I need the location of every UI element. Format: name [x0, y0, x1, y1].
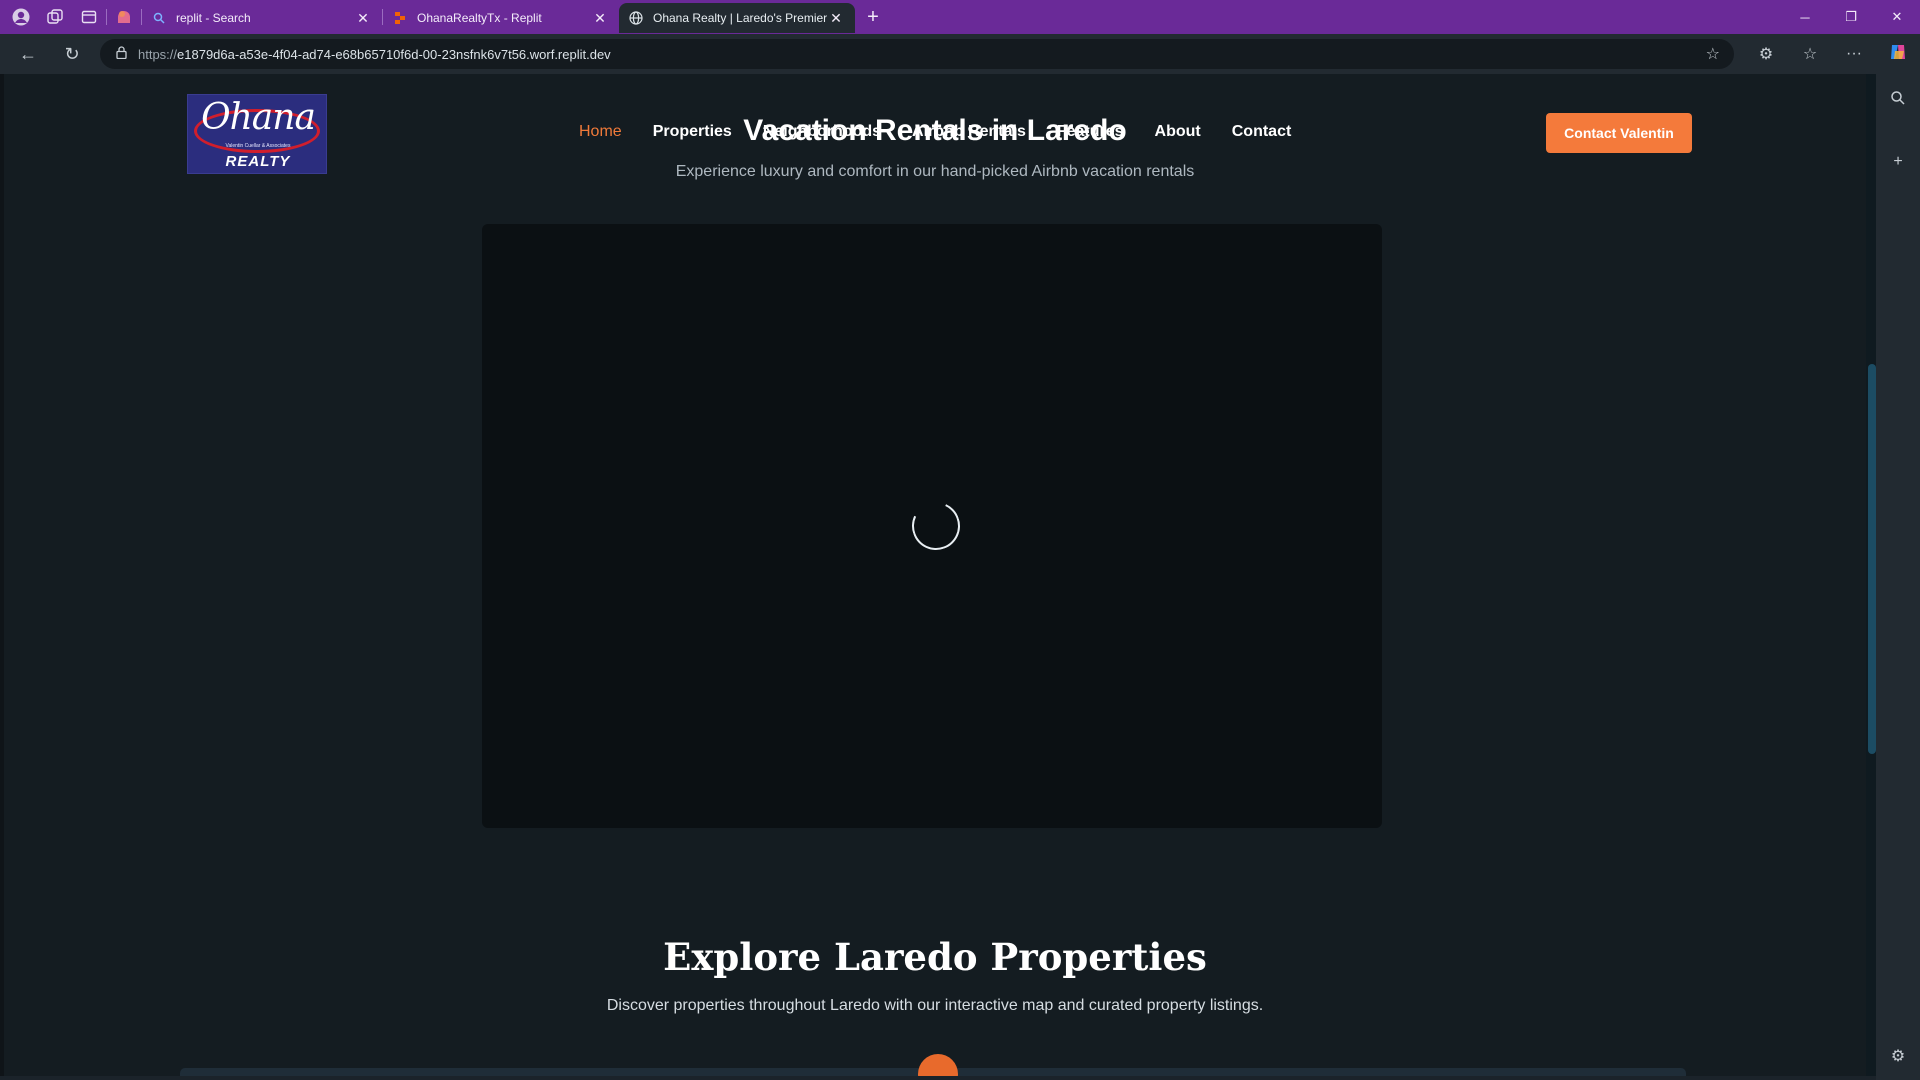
settings-icon[interactable]: ⚙: [1876, 1036, 1920, 1076]
close-icon[interactable]: ✕: [591, 10, 609, 27]
refresh-icon[interactable]: ↻: [50, 34, 94, 74]
add-icon[interactable]: +: [1876, 142, 1920, 182]
tab-replit-search[interactable]: replit - Search ✕: [142, 3, 382, 33]
address-bar[interactable]: https:// e1879d6a-a53e-4f04-ad74-e68b657…: [100, 39, 1734, 69]
tab-title: replit - Search: [176, 11, 251, 25]
close-icon[interactable]: ✕: [827, 10, 845, 27]
video-player[interactable]: [482, 224, 1382, 828]
favorites-icon[interactable]: ☆: [1788, 44, 1832, 64]
page-scrollbar[interactable]: [1866, 74, 1876, 1076]
close-window-icon[interactable]: ✕: [1874, 0, 1920, 34]
tab-ohana-realty[interactable]: Ohana Realty | Laredo's Premier R ✕: [619, 3, 855, 33]
tab-title: Ohana Realty | Laredo's Premier R: [653, 11, 827, 25]
lock-icon: [116, 46, 138, 62]
minimize-icon[interactable]: ─: [1782, 0, 1828, 34]
url-scheme: https://: [138, 46, 178, 62]
map-pin-icon[interactable]: [918, 1054, 958, 1076]
loading-spinner-icon: [905, 495, 967, 557]
contact-valentin-button[interactable]: Contact Valentin: [1546, 113, 1692, 153]
more-menu-icon[interactable]: ···: [1832, 45, 1876, 63]
hero-subtitle: Experience luxury and comfort in our han…: [675, 163, 1195, 180]
nav-airbnb-rentals[interactable]: Airbnb Rentals: [912, 123, 1026, 141]
nav-home[interactable]: Home: [579, 123, 622, 141]
page-viewport: Ohana Valentin Cuellar & Associates REAL…: [4, 74, 1876, 1076]
main-nav: Home Properties Neighborhoods Airbnb Ren…: [579, 123, 1322, 141]
tab-actions-icon[interactable]: [72, 0, 106, 34]
search-icon[interactable]: [1876, 78, 1920, 118]
explore-subtitle: Discover properties throughout Laredo wi…: [606, 997, 1264, 1014]
search-icon: [152, 11, 166, 25]
browser-tab-bar: replit - Search ✕ OhanaRealtyTx - Replit…: [0, 0, 1920, 34]
replit-icon: [393, 11, 407, 25]
close-icon[interactable]: ✕: [354, 10, 372, 27]
browser-side-panel: + ⚙: [1876, 74, 1920, 1080]
copilot-icon[interactable]: [1876, 42, 1920, 67]
new-tab-button[interactable]: +: [855, 6, 891, 29]
favorite-star-icon[interactable]: ☆: [1706, 44, 1720, 64]
nav-features[interactable]: Features: [1057, 123, 1124, 141]
extensions-icon[interactable]: ⚙: [1744, 44, 1788, 64]
explore-title: Explore Laredo Properties: [663, 935, 1207, 979]
profile-icon[interactable]: [4, 0, 38, 34]
nav-contact[interactable]: Contact: [1232, 123, 1292, 141]
nav-neighborhoods[interactable]: Neighborhoods: [763, 123, 881, 141]
nav-properties[interactable]: Properties: [653, 123, 732, 141]
workspaces-icon[interactable]: [38, 0, 72, 34]
scrollbar-thumb[interactable]: [1868, 364, 1876, 754]
browser-tools: ⚙ ☆ ···: [1744, 34, 1920, 74]
nav-about[interactable]: About: [1155, 123, 1201, 141]
url-text: e1879d6a-a53e-4f04-ad74-e68b65710f6d-00-…: [177, 46, 611, 62]
pinned-app-icon[interactable]: [107, 0, 141, 34]
tab-title: OhanaRealtyTx - Replit: [417, 11, 542, 25]
tab-replit-project[interactable]: OhanaRealtyTx - Replit ✕: [383, 3, 619, 33]
address-toolbar: ← ↻ https:// e1879d6a-a53e-4f04-ad74-e68…: [0, 34, 1920, 74]
globe-icon: [629, 11, 643, 25]
window-bottom-edge: [0, 1076, 1876, 1080]
back-icon[interactable]: ←: [6, 34, 50, 74]
restore-icon[interactable]: ❐: [1828, 0, 1874, 34]
window-controls: ─ ❐ ✕: [1782, 0, 1920, 34]
